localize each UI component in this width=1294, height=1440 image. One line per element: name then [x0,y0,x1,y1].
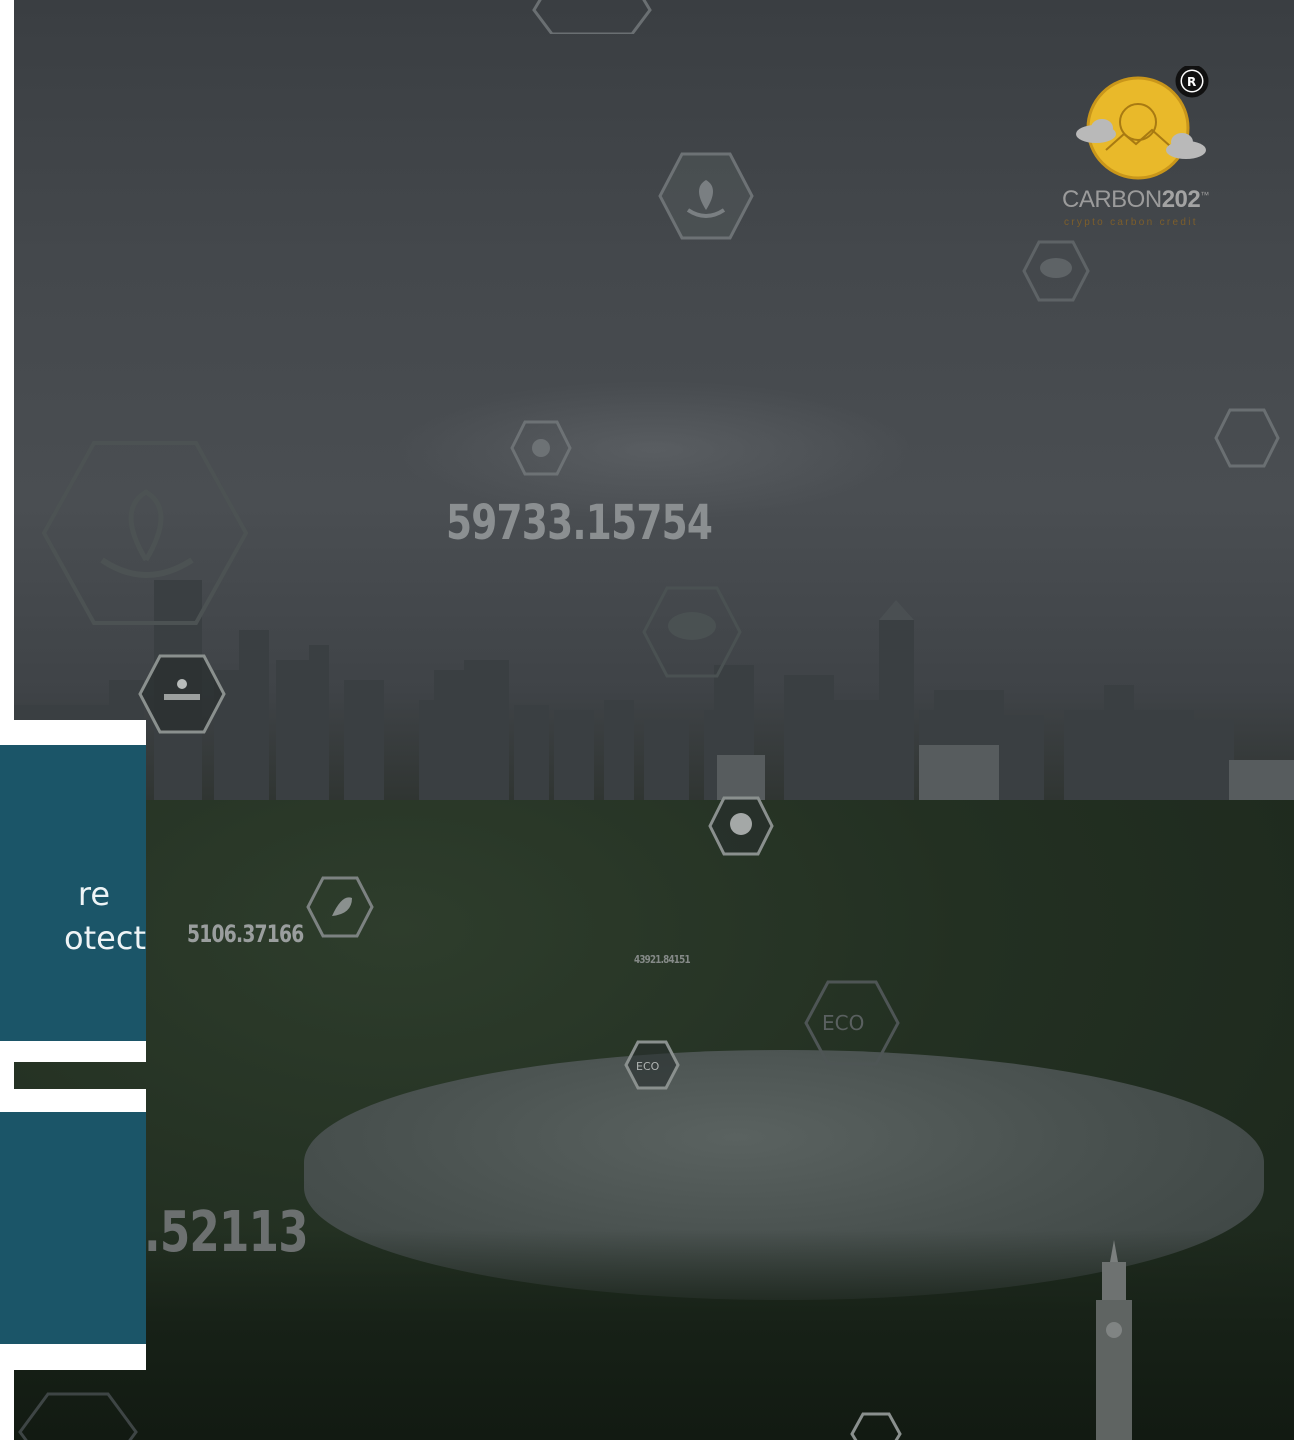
svg-text:R: R [1187,75,1196,89]
eco-icon: ECO [624,1040,680,1090]
tower-icon [1096,1240,1132,1440]
info-card: re otect [0,720,146,1062]
cloud-rain-icon [1022,240,1090,302]
floating-number: 59733.15754 [446,495,713,551]
trademark-symbol: ™ [1200,190,1209,200]
floating-number: 43921.84151 [634,953,691,966]
floating-number: 5106.37166 [187,920,304,948]
brand-name-bold: 202 [1161,186,1201,213]
floating-number: .52113 [144,1200,309,1265]
hexagon-icon [850,1412,902,1440]
eco-icon: ECO [804,980,900,1066]
brand-wordmark: CARBON202™ [1062,186,1209,214]
leaf-icon [306,876,374,938]
hexagon-icon [1214,408,1280,468]
card-panel [0,1112,146,1344]
plant-hand-icon [658,152,754,240]
card-text-line: otect [64,919,146,957]
info-card [0,1089,146,1370]
card-text-line: re [77,875,110,913]
brand-tagline: crypto carbon credit [1064,217,1198,228]
leaf-icon [510,420,572,476]
svg-text:ECO: ECO [822,1011,864,1035]
plant-hand-icon [42,441,248,625]
hexagon-icon [532,0,652,34]
svg-text:ECO: ECO [636,1060,660,1073]
cloud-rain-icon [642,586,742,678]
solar-panel-icon [138,654,226,734]
card-panel: re otect [0,745,146,1041]
brand-name-light: CARBON [1062,186,1162,213]
hexagon-icon [18,1392,138,1440]
globe-hand-icon [708,796,774,856]
